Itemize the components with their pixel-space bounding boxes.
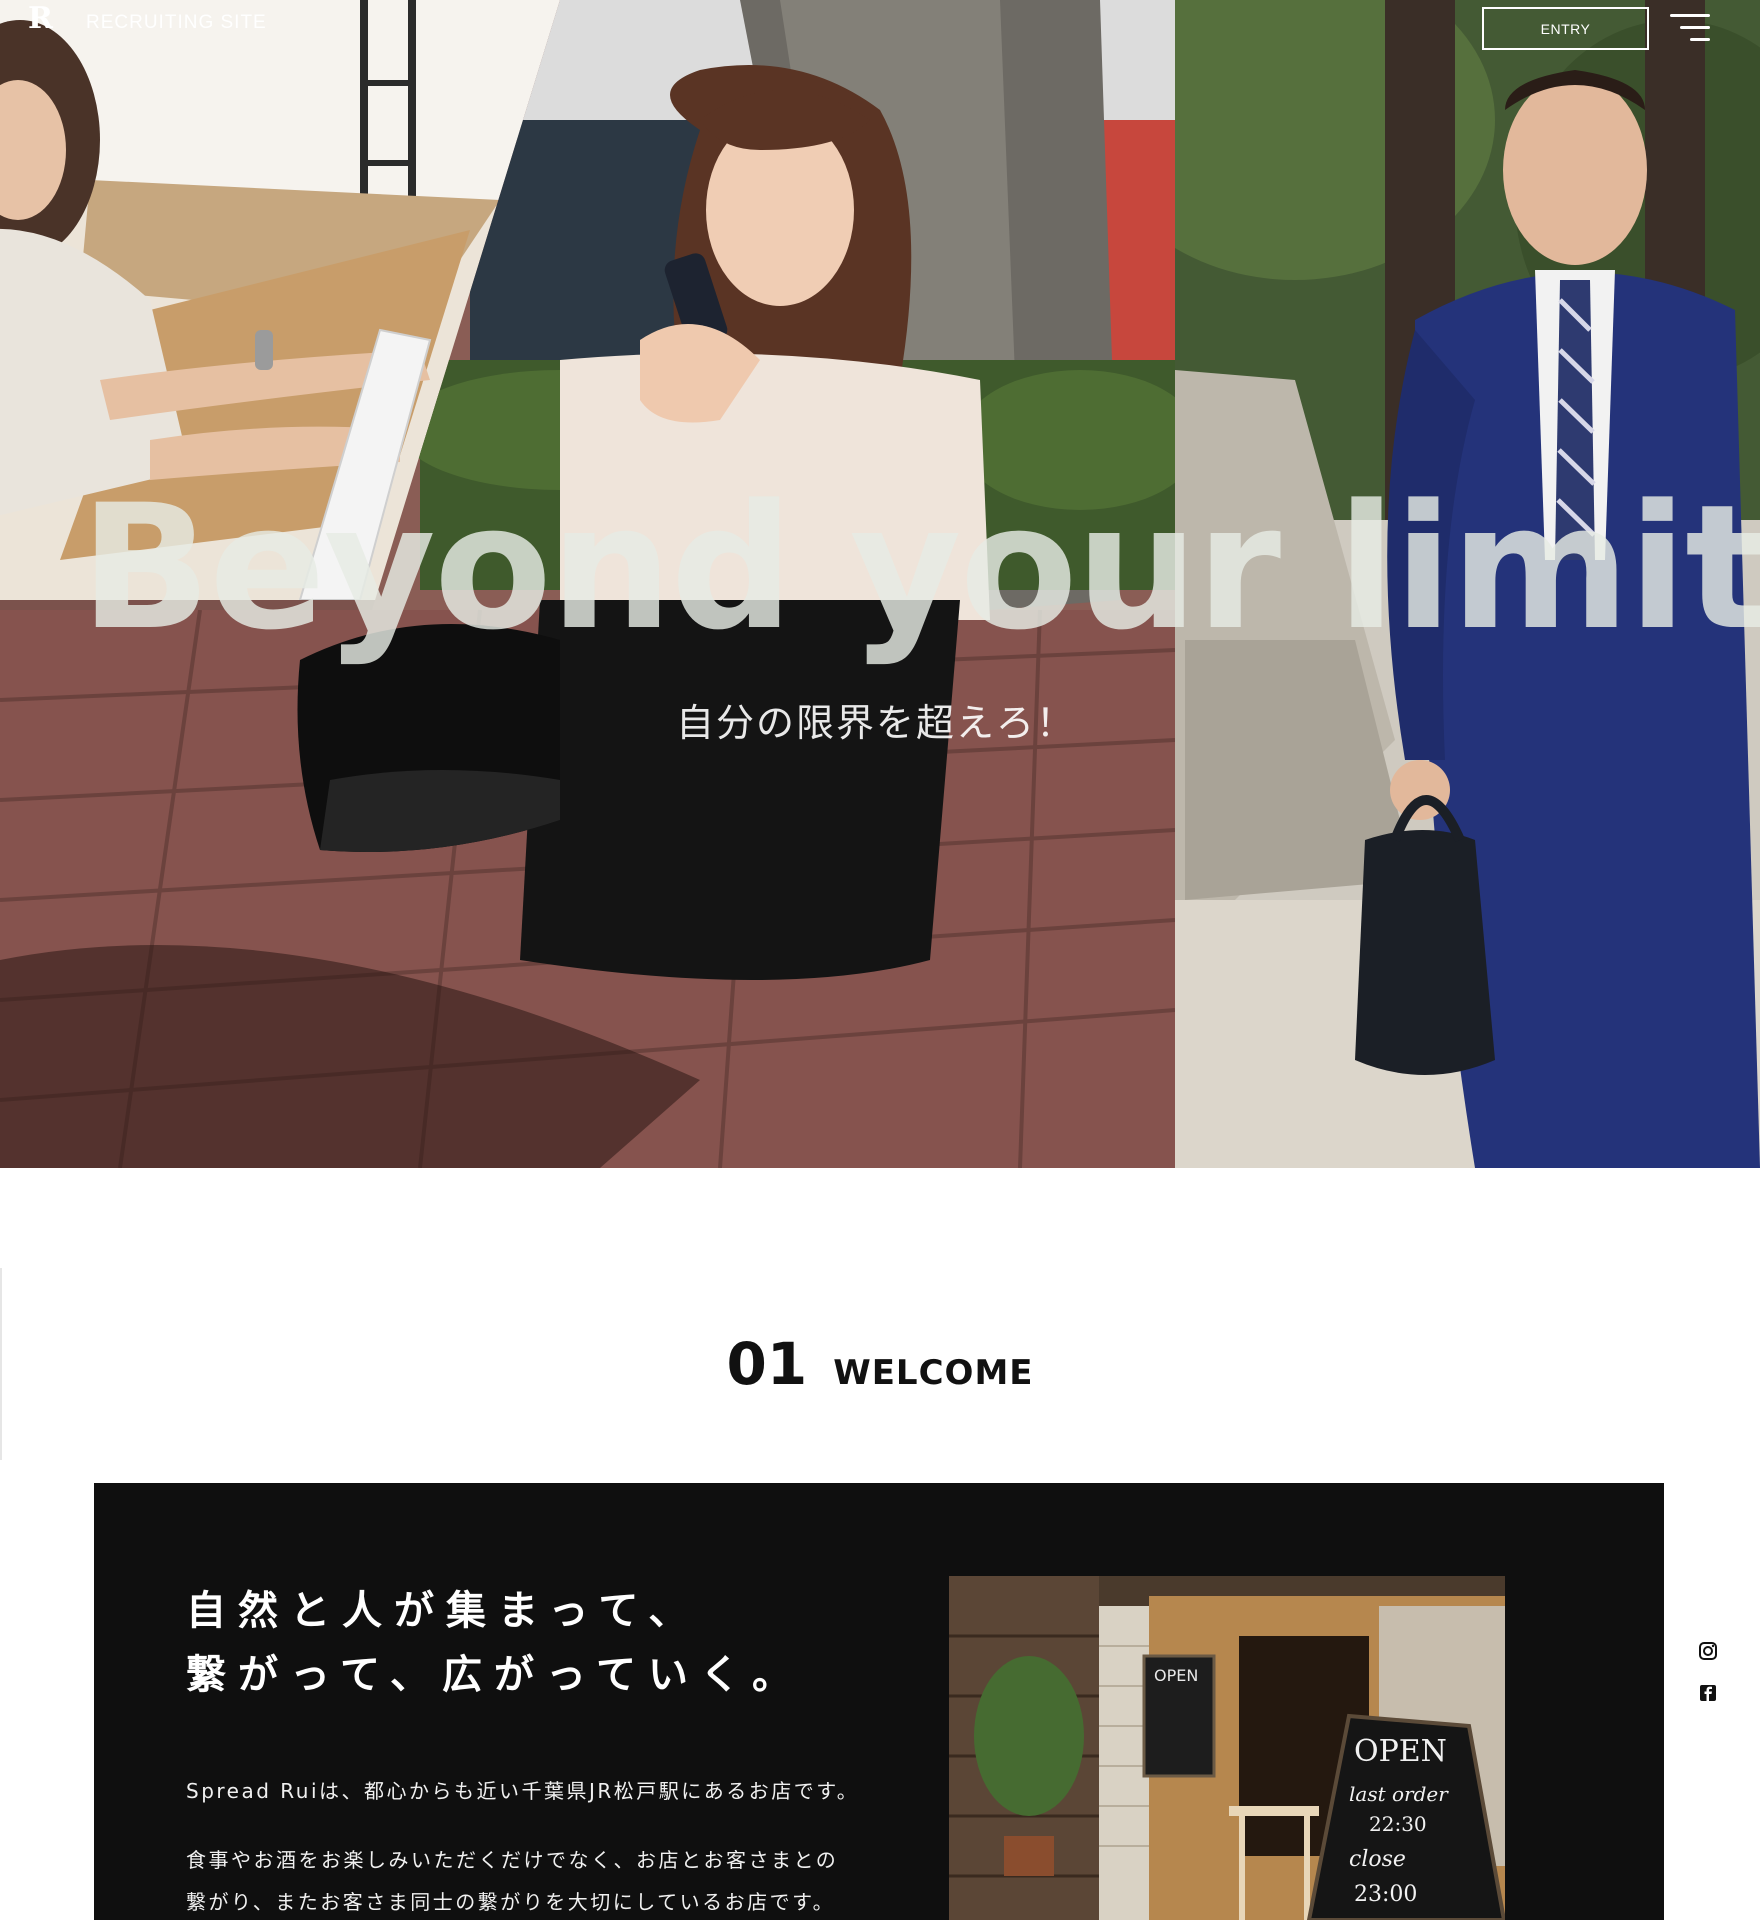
hero-section: Beyond your limits 自分の限界を超えろ！ R RECRUITI… [0,0,1760,1168]
site-logo[interactable]: R [28,4,66,54]
facebook-icon[interactable] [1698,1683,1718,1703]
welcome-heading: 自然と人が集まって、 繋がって、広がっていく。 [186,1579,886,1707]
entry-button[interactable]: ENTRY [1482,7,1649,50]
welcome-paragraph-2-line-1: 食事やお酒をお楽しみいただくだけでなく、お店とお客さまとの [186,1848,839,1872]
welcome-paragraph-2-line-2: 繋がり、またお客さま同士の繋がりを大切にしているお店です。 [186,1890,836,1914]
welcome-card: 自然と人が集まって、 繋がって、広がっていく。 Spread Ruiは、都心から… [94,1483,1664,1920]
sign-open: OPEN [1354,1734,1447,1769]
hamburger-menu-icon[interactable] [1670,12,1710,46]
welcome-heading-line-1: 自然と人が集まって、 [186,1588,701,1634]
site-title: RECRUITING SITE [86,12,267,33]
instagram-icon[interactable] [1698,1641,1718,1661]
section-number: 01 [726,1330,808,1398]
shop-front-photo: OPEN OPEN last order 22:30 close 23:00 [949,1576,1505,1920]
welcome-paragraph-2: 食事やお酒をお楽しみいただくだけでなく、お店とお客さまとの 繋がり、またお客さま… [186,1839,906,1920]
sign-close-time: 23:00 [1354,1882,1417,1907]
welcome-heading-line-2: 繋がって、広がっていく。 [186,1652,804,1698]
sign-close: close [1349,1847,1406,1872]
small-sign-text: OPEN [1154,1666,1198,1685]
welcome-paragraph-1: Spread Ruiは、都心からも近い千葉県JR松戸駅にあるお店です。 [186,1779,860,1803]
shop-front-illustration: OPEN OPEN last order 22:30 close 23:00 [949,1576,1505,1920]
hero-headline: Beyond your limits [80,467,1760,668]
logo-letters: R [28,1,53,36]
social-links [1698,1641,1722,1725]
section-title: WELCOME [833,1353,1034,1393]
welcome-section-heading: 01 WELCOME [0,1330,1760,1398]
sign-last-order: last order [1349,1782,1449,1806]
hero-subheadline: 自分の限界を超えろ！ [676,701,1077,745]
sign-last-order-time: 22:30 [1369,1812,1427,1836]
